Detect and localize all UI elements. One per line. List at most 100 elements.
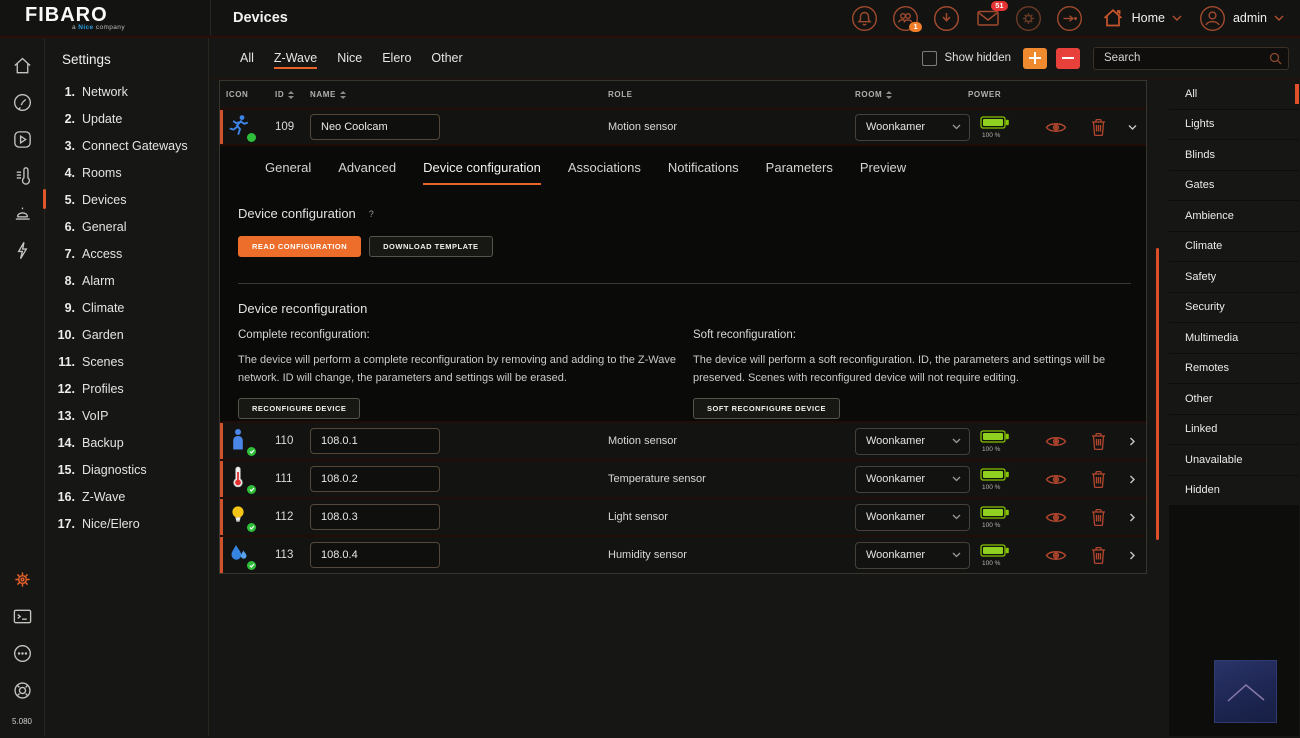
collapse-chevron-icon[interactable] [1126,121,1139,134]
device-type-tab[interactable]: All [230,38,264,79]
sidebar-item[interactable]: 3. Connect Gateways [45,132,208,159]
device-row-110[interactable]: 110 Motion sensor Woonkamer 100 % [220,421,1146,459]
search-input[interactable] [1093,47,1289,70]
device-row-111[interactable]: 111 Temperature sensor Woonkamer 100 % [220,459,1146,497]
sidebar-item[interactable]: 17. Nice/Elero [45,510,208,537]
rail-api-icon[interactable] [11,642,33,664]
visibility-eye-icon[interactable] [1045,549,1067,562]
add-device-button[interactable] [1023,48,1047,69]
visibility-eye-icon[interactable] [1045,435,1067,448]
expand-chevron-icon[interactable] [1126,435,1139,448]
mail-icon[interactable]: 51 [974,4,1002,32]
rail-dashboard-icon[interactable] [11,91,33,113]
detail-tab[interactable]: Associations [568,160,641,185]
sidebar-item[interactable]: 12. Profiles [45,375,208,402]
rail-settings-icon[interactable] [11,568,33,590]
detail-tab[interactable]: Notifications [668,160,739,185]
room-select[interactable]: Woonkamer [855,542,970,569]
read-configuration-button[interactable]: READ CONFIGURATION [238,236,361,257]
device-type-tab[interactable]: Nice [327,38,372,79]
col-header-room[interactable]: ROOM [855,90,980,99]
detail-tab[interactable]: Parameters [766,160,833,185]
category-item[interactable]: Linked [1169,415,1299,446]
rail-terminal-icon[interactable] [11,605,33,627]
scroll-top-widget[interactable] [1214,660,1277,723]
rail-scenes-icon[interactable] [11,128,33,150]
category-item[interactable]: Remotes [1169,354,1299,385]
sidebar-item[interactable]: 4. Rooms [45,159,208,186]
visibility-eye-icon[interactable] [1045,511,1067,524]
gauge-icon[interactable] [1056,4,1084,32]
sidebar-item[interactable]: 7. Access [45,240,208,267]
room-select[interactable]: Woonkamer [855,114,970,141]
category-item[interactable]: Other [1169,384,1299,415]
category-item[interactable]: Lights [1169,110,1299,141]
device-row-109[interactable]: 109 Motion sensor Woonkamer 100 % [220,108,1146,144]
soft-reconfigure-device-button[interactable]: SOFT RECONFIGURE DEVICE [693,398,840,419]
remove-device-button[interactable] [1056,48,1080,69]
visibility-eye-icon[interactable] [1045,473,1067,486]
sidebar-item[interactable]: 15. Diagnostics [45,456,208,483]
delete-trash-icon[interactable] [1091,432,1106,450]
device-name-input[interactable] [310,428,440,454]
reconfigure-device-button[interactable]: RECONFIGURE DEVICE [238,398,360,419]
device-type-tab[interactable]: Elero [372,38,421,79]
expand-chevron-icon[interactable] [1126,511,1139,524]
device-type-tab[interactable]: Z-Wave [264,38,327,79]
users-icon[interactable]: 1 [892,4,920,32]
sidebar-item[interactable]: 14. Backup [45,429,208,456]
rail-alarm-icon[interactable] [11,202,33,224]
delete-trash-icon[interactable] [1091,470,1106,488]
device-row-113[interactable]: 113 Humidity sensor Woonkamer 100 % [220,535,1146,573]
device-name-input[interactable] [310,504,440,530]
detail-tab[interactable]: Device configuration [423,160,541,185]
user-menu[interactable]: admin [1199,5,1284,32]
device-row-112[interactable]: 112 Light sensor Woonkamer 100 % [220,497,1146,535]
delete-trash-icon[interactable] [1091,546,1106,564]
sidebar-item[interactable]: 13. VoIP [45,402,208,429]
category-item[interactable]: Hidden [1169,476,1299,507]
category-item[interactable]: Ambience [1169,201,1299,232]
download-icon[interactable] [933,4,961,32]
room-select[interactable]: Woonkamer [855,504,970,531]
category-item[interactable]: All [1169,79,1299,110]
detail-tab[interactable]: General [265,160,311,185]
category-item[interactable]: Gates [1169,171,1299,202]
brand-logo[interactable]: FIBARO a Nice company [0,0,211,36]
col-header-icon[interactable]: ICON [220,90,264,99]
category-item[interactable]: Unavailable [1169,445,1299,476]
sidebar-item[interactable]: 1. Network [45,78,208,105]
sidebar-item[interactable]: 11. Scenes [45,348,208,375]
delete-trash-icon[interactable] [1091,118,1106,136]
visibility-eye-icon[interactable] [1045,121,1067,134]
category-item[interactable]: Climate [1169,232,1299,263]
rail-climate-icon[interactable] [11,165,33,187]
help-icon[interactable]: ? [369,209,374,219]
device-name-input[interactable] [310,114,440,140]
home-selector[interactable]: Home [1101,6,1182,30]
gear-icon[interactable] [1015,4,1043,32]
room-select[interactable]: Woonkamer [855,428,970,455]
rail-energy-icon[interactable] [11,239,33,261]
col-header-role[interactable]: ROLE [608,90,855,99]
download-template-button[interactable]: DOWNLOAD TEMPLATE [369,236,492,257]
rail-advanced-icon[interactable] [11,679,33,701]
sidebar-item[interactable]: 10. Garden [45,321,208,348]
category-item[interactable]: Security [1169,293,1299,324]
delete-trash-icon[interactable] [1091,508,1106,526]
rail-home-icon[interactable] [11,54,33,76]
sidebar-item[interactable]: 8. Alarm [45,267,208,294]
sidebar-item[interactable]: 16. Z-Wave [45,483,208,510]
sidebar-item[interactable]: 2. Update [45,105,208,132]
vertical-scrollbar[interactable] [1156,248,1159,540]
device-type-tab[interactable]: Other [421,38,472,79]
category-item[interactable]: Safety [1169,262,1299,293]
expand-chevron-icon[interactable] [1126,549,1139,562]
expand-chevron-icon[interactable] [1126,473,1139,486]
category-item[interactable]: Blinds [1169,140,1299,171]
col-header-name[interactable]: NAME [310,90,608,99]
alarm-bell-icon[interactable] [851,4,879,32]
room-select[interactable]: Woonkamer [855,466,970,493]
device-name-input[interactable] [310,542,440,568]
sidebar-item[interactable]: 9. Climate [45,294,208,321]
